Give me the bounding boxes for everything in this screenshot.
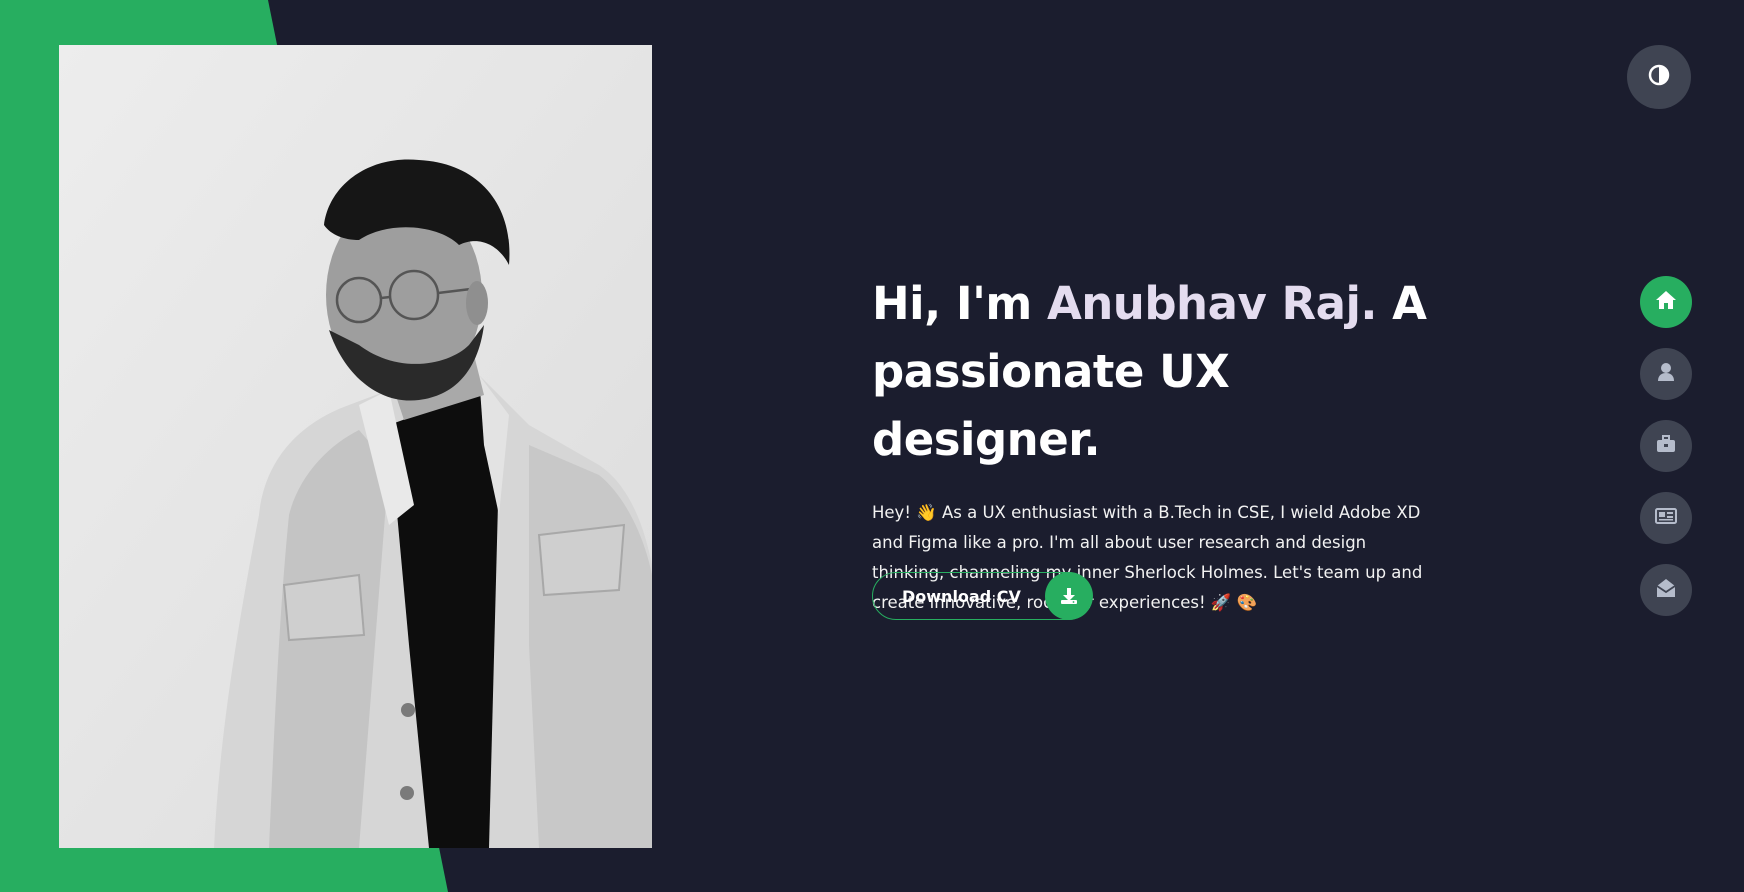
profile-photo: [59, 45, 652, 848]
download-icon: [1044, 571, 1093, 620]
headline-name: Anubhav Raj.: [1046, 277, 1378, 330]
half-circle-contrast-icon: [1648, 64, 1670, 90]
hero-section: Hi, I'm Anubhav Raj. A passionate UX des…: [872, 270, 1472, 618]
theme-toggle-button[interactable]: [1627, 45, 1691, 109]
nav-item-portfolio[interactable]: [1640, 420, 1692, 472]
home-icon: [1655, 290, 1677, 314]
nav-item-about[interactable]: [1640, 348, 1692, 400]
download-cv-button[interactable]: Download CV: [872, 571, 1093, 620]
user-icon: [1657, 362, 1675, 386]
newspaper-icon: [1655, 508, 1677, 528]
headline-prefix: Hi, I'm: [872, 277, 1047, 330]
nav-item-contact[interactable]: [1640, 564, 1692, 616]
download-cv-label: Download CV: [902, 586, 1021, 606]
briefcase-icon: [1656, 435, 1676, 457]
nav-item-blog[interactable]: [1640, 492, 1692, 544]
nav-item-home[interactable]: [1640, 276, 1692, 328]
hero-headline: Hi, I'm Anubhav Raj. A passionate UX des…: [872, 270, 1472, 474]
envelope-open-icon: [1656, 578, 1676, 602]
side-navigation: [1640, 276, 1692, 616]
home-page: Hi, I'm Anubhav Raj. A passionate UX des…: [0, 0, 1744, 892]
